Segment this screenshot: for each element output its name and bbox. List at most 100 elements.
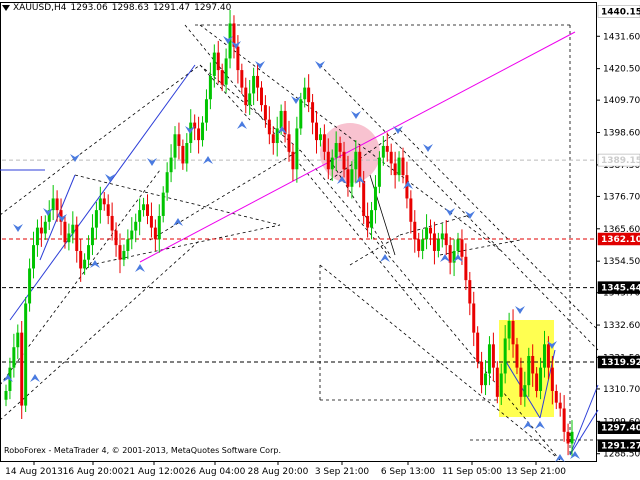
candle-body-95 bbox=[377, 157, 381, 187]
candle-body-144 bbox=[570, 431, 574, 444]
candle-body-138 bbox=[546, 344, 550, 368]
candle-body-132 bbox=[523, 385, 527, 397]
x-tick-label-7: 11 Sep 05:00 bbox=[442, 467, 502, 477]
candle-body-83 bbox=[330, 157, 334, 170]
candle-body-123 bbox=[487, 344, 491, 374]
candle-body-101 bbox=[401, 157, 405, 176]
candle-body-143 bbox=[566, 431, 570, 444]
candle-body-72 bbox=[287, 134, 291, 152]
candle-body-104 bbox=[413, 221, 417, 240]
candle-body-91 bbox=[362, 180, 366, 216]
candle-body-62 bbox=[248, 93, 252, 106]
candle-body-141 bbox=[558, 402, 562, 409]
candle-body-94 bbox=[373, 186, 377, 211]
candle-body-25 bbox=[102, 198, 106, 205]
candle-body-130 bbox=[515, 344, 519, 368]
candle-body-13 bbox=[55, 198, 59, 211]
candle-body-0 bbox=[4, 390, 8, 400]
candle-body-136 bbox=[539, 367, 543, 391]
y-tick-label-3: 1398.60 bbox=[603, 129, 640, 139]
candle-body-69 bbox=[275, 128, 279, 144]
plot-area bbox=[0, 2, 599, 462]
candle-body-81 bbox=[322, 134, 326, 152]
price-label-3: 1345.44 bbox=[601, 284, 640, 294]
candle-body-70 bbox=[279, 110, 283, 129]
candle-body-117 bbox=[464, 256, 468, 281]
candle-body-23 bbox=[94, 210, 98, 228]
candle-body-33 bbox=[134, 221, 138, 231]
candle-body-12 bbox=[51, 198, 55, 211]
candle-body-30 bbox=[122, 250, 126, 260]
candle-body-92 bbox=[366, 215, 370, 228]
candle-body-137 bbox=[542, 344, 546, 368]
candle-body-88 bbox=[350, 169, 354, 187]
candle-body-20 bbox=[83, 259, 87, 269]
candle-body-40 bbox=[161, 192, 165, 216]
candle-body-17 bbox=[71, 224, 75, 234]
candle-body-80 bbox=[318, 134, 322, 141]
ohlc-high: 1298.63 bbox=[111, 3, 149, 13]
candle-body-60 bbox=[240, 70, 244, 88]
y-tick-label-5: 1376.70 bbox=[603, 192, 640, 202]
candle-body-50 bbox=[201, 122, 205, 141]
candle-body-15 bbox=[63, 221, 67, 243]
candle-body-27 bbox=[110, 215, 114, 231]
candle-body-119 bbox=[472, 303, 476, 333]
candle-body-79 bbox=[315, 122, 319, 141]
candle-body-6 bbox=[28, 268, 32, 304]
price-chart: 1431.601420.501409.701398.601387.501376.… bbox=[0, 2, 640, 477]
candle-body-77 bbox=[307, 87, 311, 103]
candle-body-32 bbox=[130, 230, 134, 240]
candle-body-87 bbox=[346, 169, 350, 187]
candle-body-5 bbox=[24, 303, 28, 406]
x-tick-label-4: 28 Aug 20:00 bbox=[248, 467, 309, 477]
candle-body-56 bbox=[224, 58, 228, 85]
candle-body-19 bbox=[79, 250, 83, 269]
candle-body-126 bbox=[499, 373, 503, 397]
x-tick-label-1: 16 Aug 20:00 bbox=[63, 467, 124, 477]
candle-body-82 bbox=[326, 151, 330, 170]
candle-body-4 bbox=[20, 332, 24, 406]
candle-body-109 bbox=[432, 233, 436, 251]
copyright-text: RoboForex - MetaTrader 4, © 2001-2013, M… bbox=[4, 446, 281, 455]
candle-body-116 bbox=[460, 239, 464, 257]
candle-body-76 bbox=[303, 87, 307, 100]
candle-body-37 bbox=[149, 215, 153, 228]
candle-body-29 bbox=[118, 245, 122, 260]
candle-body-133 bbox=[527, 355, 531, 386]
candle-body-31 bbox=[126, 239, 130, 251]
candle-body-140 bbox=[554, 390, 558, 403]
ohlc-low: 1291.47 bbox=[152, 3, 191, 13]
price-label-4: 1319.92 bbox=[601, 358, 640, 368]
candle-body-49 bbox=[197, 128, 201, 141]
candle-body-7 bbox=[32, 245, 36, 269]
y-tick-label-2: 1409.70 bbox=[603, 96, 640, 106]
x-tick-label-0: 14 Aug 2013 bbox=[5, 467, 63, 477]
candle-body-111 bbox=[440, 233, 444, 240]
ohlc-open: 1293.06 bbox=[70, 3, 108, 13]
candle-body-78 bbox=[311, 102, 315, 123]
x-tick-label-2: 21 Aug 12:00 bbox=[124, 467, 185, 477]
price-label-1: 1389.15 bbox=[601, 156, 640, 166]
candle-body-106 bbox=[421, 239, 425, 251]
candle-body-55 bbox=[220, 70, 224, 85]
candle-body-64 bbox=[256, 75, 260, 88]
candle-body-124 bbox=[491, 344, 495, 368]
candle-body-53 bbox=[212, 52, 216, 76]
candle-body-21 bbox=[87, 245, 91, 260]
symbol-label: XAUUSD,H4 bbox=[13, 3, 67, 13]
candle-body-46 bbox=[185, 143, 189, 164]
candle-body-127 bbox=[503, 338, 507, 374]
chart-header: XAUUSD,H4 1293.06 1298.63 1291.47 1297.40 bbox=[2, 3, 235, 13]
candle-body-122 bbox=[484, 373, 488, 386]
price-axis: 1431.601420.501409.701398.601387.501376.… bbox=[596, 32, 640, 460]
candle-body-113 bbox=[448, 245, 452, 263]
price-label-2: 1362.10 bbox=[601, 235, 640, 245]
candle-body-86 bbox=[342, 151, 346, 170]
candle-body-63 bbox=[252, 75, 256, 94]
candle-body-115 bbox=[456, 239, 460, 251]
candle-body-103 bbox=[409, 198, 413, 222]
candle-body-97 bbox=[385, 145, 389, 152]
candle-body-85 bbox=[338, 143, 342, 152]
candle-body-44 bbox=[177, 134, 181, 146]
